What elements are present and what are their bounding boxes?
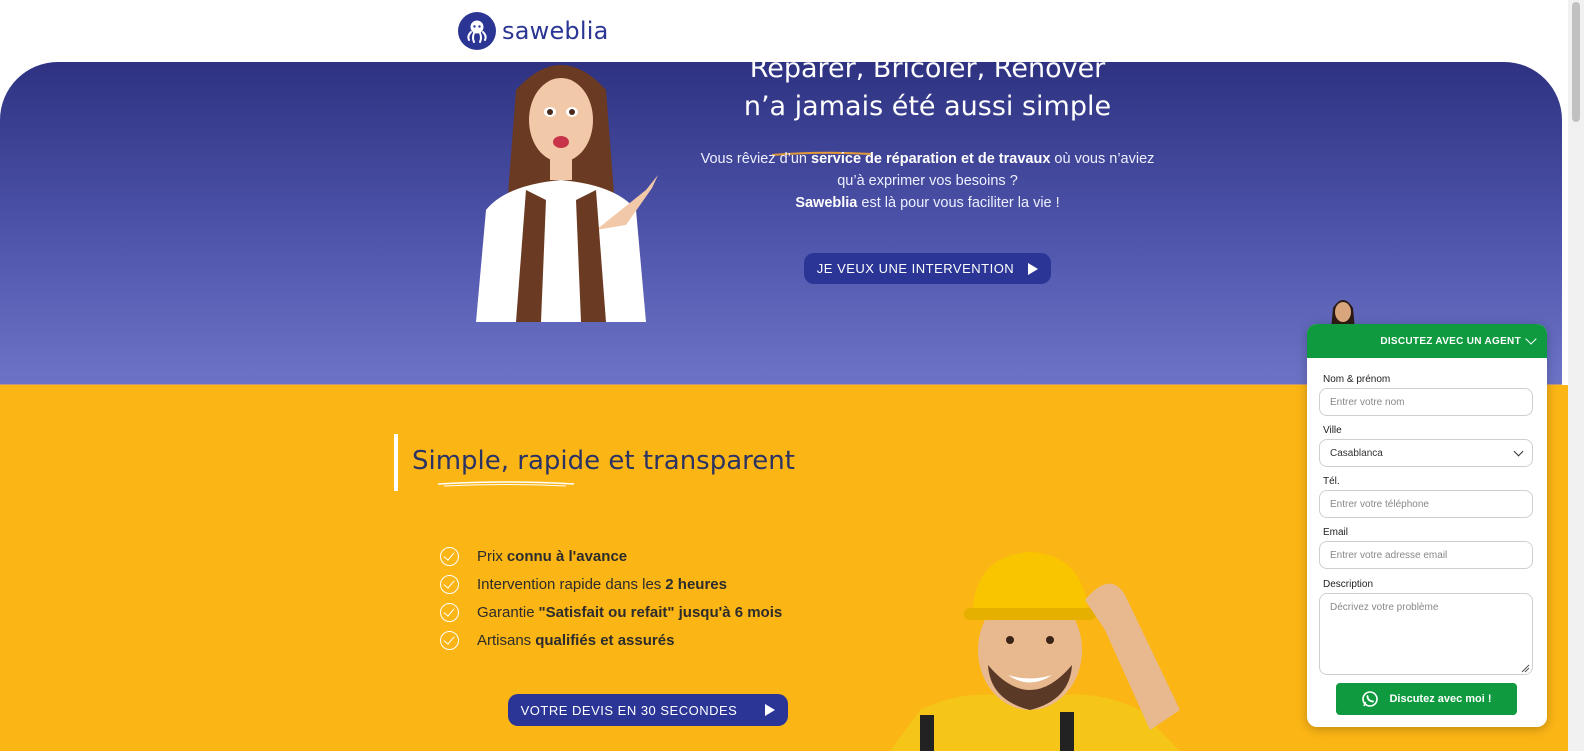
resize-handle-icon[interactable] bbox=[1521, 664, 1530, 673]
hero-woman-image bbox=[476, 65, 658, 322]
feature-highlight: connu à l'avance bbox=[506, 547, 628, 565]
phone-label: Tél. bbox=[1323, 476, 1340, 487]
city-select[interactable]: Casablanca bbox=[1319, 439, 1533, 467]
feature-highlight: "Satisfait ou refait" jusqu'à 6 mois bbox=[538, 603, 783, 621]
name-input[interactable] bbox=[1319, 388, 1533, 416]
feature-text: Intervention rapide dans les bbox=[477, 575, 662, 593]
chat-widget: DISCUTEZ AVEC UN AGENT Nom & prénom Vill… bbox=[1307, 300, 1547, 727]
play-arrow-icon bbox=[1028, 262, 1039, 275]
logo-text: saweblia bbox=[502, 17, 609, 45]
quote-button[interactable]: VOTRE DEVIS EN 30 SECONDES bbox=[508, 694, 788, 726]
section-title: Simple, rapide et transparent bbox=[412, 446, 795, 476]
quote-button-label: VOTRE DEVIS EN 30 SECONDES bbox=[520, 702, 738, 718]
feature-text: Garantie bbox=[477, 603, 535, 621]
description-textarea[interactable] bbox=[1319, 593, 1533, 675]
hero-desc-bold1: service de réparation et de travaux bbox=[811, 151, 1051, 167]
section-underline-decoration bbox=[437, 481, 575, 487]
play-arrow-icon bbox=[765, 704, 776, 716]
logo[interactable]: saweblia bbox=[458, 12, 608, 50]
feature-item: Artisans qualifiés et assurés bbox=[440, 626, 782, 654]
city-label: Ville bbox=[1323, 425, 1342, 436]
email-input[interactable] bbox=[1319, 541, 1533, 569]
feature-item: Intervention rapide dans les 2 heures bbox=[440, 570, 782, 598]
chat-header[interactable]: DISCUTEZ AVEC UN AGENT bbox=[1307, 324, 1547, 358]
check-circle-icon bbox=[440, 574, 459, 594]
name-label: Nom & prénom bbox=[1323, 374, 1391, 385]
chevron-down-icon bbox=[1513, 446, 1524, 456]
hero-desc-bold2: Saweblia bbox=[795, 195, 858, 211]
check-circle-icon bbox=[440, 546, 459, 566]
chevron-down-icon[interactable] bbox=[1525, 333, 1537, 345]
section-title-bar bbox=[394, 434, 398, 491]
description-label: Description bbox=[1323, 579, 1374, 590]
hero-desc-part1: Vous rêviez d’un bbox=[700, 151, 812, 167]
worker-image bbox=[890, 552, 1180, 751]
feature-item: Garantie "Satisfait ou refait" jusqu'à 6… bbox=[440, 598, 782, 626]
hero-title-line1: Réparer, Bricoler, Rénover bbox=[749, 53, 1106, 84]
whatsapp-button-label: Discutez avec moi ! bbox=[1389, 693, 1492, 705]
email-label: Email bbox=[1323, 527, 1349, 538]
feature-item: Prix connu à l'avance bbox=[440, 542, 782, 570]
hero-description: Vous rêviez d’un service de réparation e… bbox=[700, 148, 1155, 214]
feature-text: Prix bbox=[477, 547, 503, 565]
phone-input[interactable] bbox=[1319, 490, 1533, 518]
feature-highlight: qualifiés et assurés bbox=[535, 631, 675, 649]
intervention-button-label: JE VEUX UNE INTERVENTION bbox=[816, 261, 1015, 276]
page-scrollbar[interactable] bbox=[1568, 0, 1584, 751]
hero-desc-part3: est là pour vous faciliter la vie ! bbox=[857, 195, 1060, 211]
feature-highlight: 2 heures bbox=[665, 575, 727, 593]
whatsapp-chat-button[interactable]: Discutez avec moi ! bbox=[1336, 683, 1517, 715]
hero-title-line2: n’a jamais été aussi simple bbox=[743, 91, 1112, 122]
whatsapp-icon bbox=[1362, 691, 1379, 707]
features-list: Prix connu à l'avance Intervention rapid… bbox=[440, 542, 782, 654]
intervention-button[interactable]: JE VEUX UNE INTERVENTION bbox=[804, 253, 1051, 284]
check-circle-icon bbox=[440, 602, 459, 622]
check-circle-icon bbox=[440, 630, 459, 650]
feature-text: Artisans bbox=[477, 631, 532, 649]
chat-header-label: DISCUTEZ AVEC UN AGENT bbox=[1380, 335, 1521, 347]
scrollbar-thumb[interactable] bbox=[1572, 2, 1580, 122]
hero-title: Réparer, Bricoler, Rénover n’a jamais ét… bbox=[700, 50, 1155, 126]
city-select-value: Casablanca bbox=[1330, 447, 1383, 459]
octopus-icon bbox=[458, 12, 496, 50]
